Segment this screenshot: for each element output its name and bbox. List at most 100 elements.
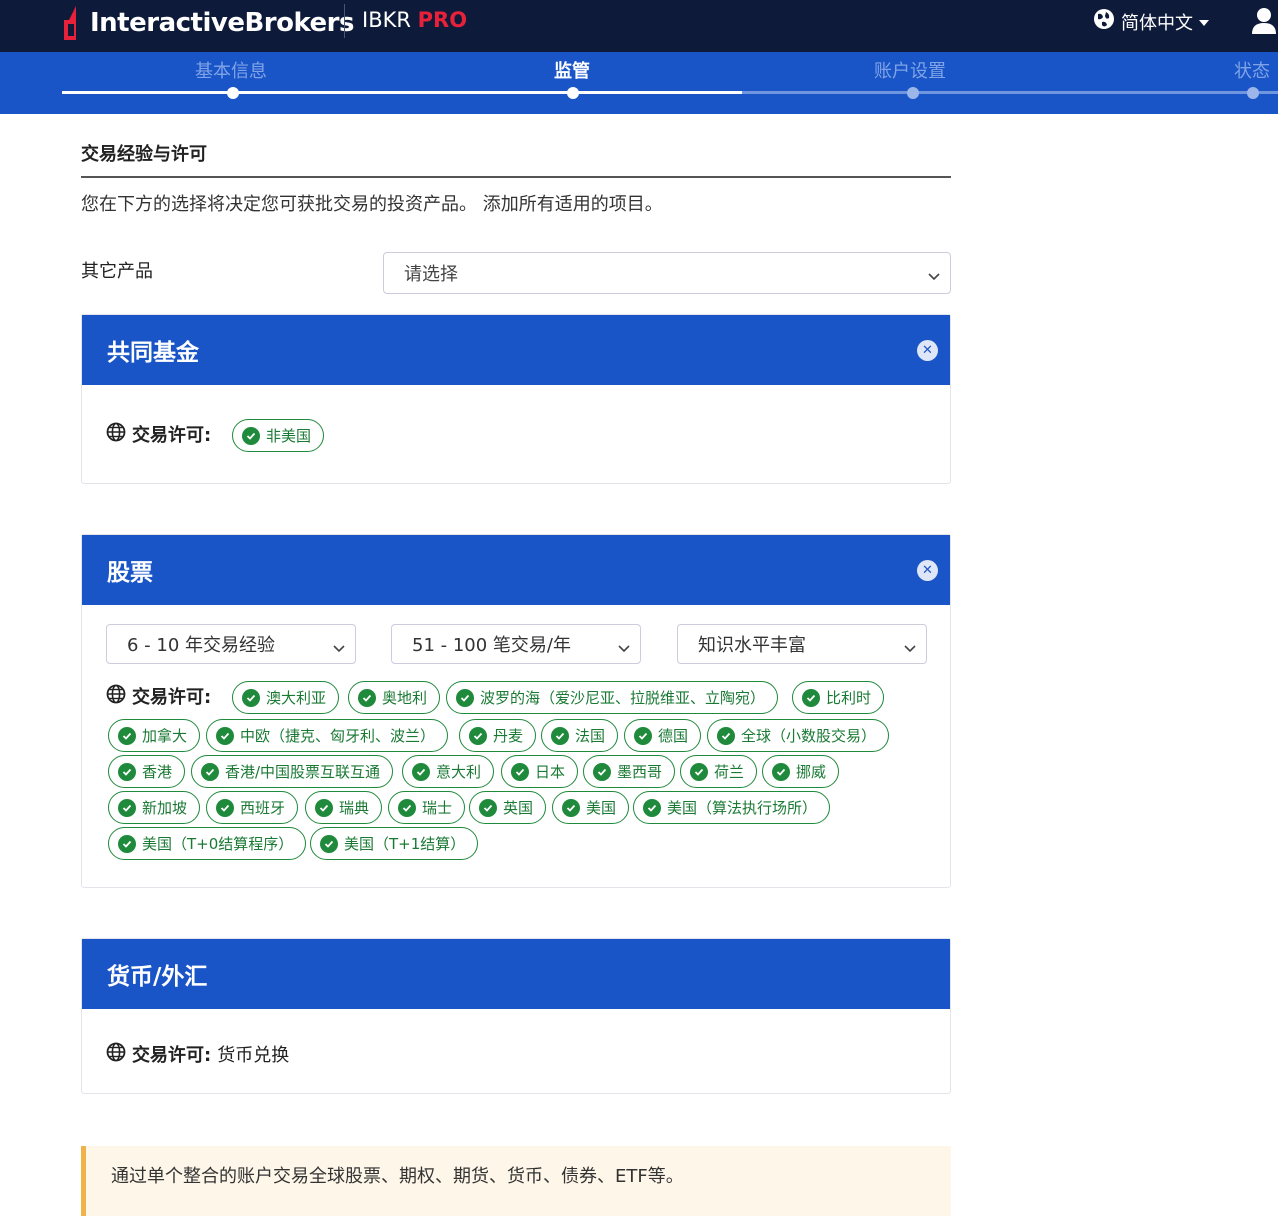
close-icon[interactable]: ✕: [917, 560, 938, 581]
card-header: 货币/外汇: [82, 939, 950, 1009]
chip-label: 挪威: [796, 763, 827, 781]
chip-label: 美国（T+1结算）: [344, 835, 466, 853]
check-circle-icon: [479, 798, 497, 817]
check-circle-icon: [320, 834, 338, 853]
chip-label: 西班牙: [240, 799, 286, 817]
permission-chip[interactable]: 英国: [469, 791, 547, 824]
permission-chip[interactable]: 挪威: [762, 755, 840, 788]
permission-chip[interactable]: 荷兰: [680, 755, 758, 788]
globe-icon: [106, 422, 126, 447]
chip-label: 荷兰: [714, 763, 745, 781]
check-circle-icon: [772, 762, 790, 781]
chip-label: 澳大利亚: [266, 689, 327, 707]
permission-chip[interactable]: 美国: [552, 791, 630, 824]
chip-label: 瑞典: [339, 799, 370, 817]
top-navbar: InteractiveBrokers IBKR PRO 简体中文: [0, 0, 1278, 52]
chip-label: 日本: [535, 763, 566, 781]
caret-down-icon: [1199, 11, 1209, 32]
trades-per-year-select[interactable]: 51 - 100 笔交易/年: [391, 624, 641, 664]
language-label: 简体中文: [1121, 12, 1193, 34]
permission-chip[interactable]: 比利时: [792, 681, 885, 714]
permission-chip[interactable]: 美国（T+0结算程序）: [108, 827, 307, 860]
check-circle-icon: [469, 726, 487, 745]
permission-chip[interactable]: 意大利: [402, 755, 495, 788]
permission-chip[interactable]: 法国: [541, 719, 619, 752]
permission-chip[interactable]: 波罗的海（爱沙尼亚、拉脱维亚、立陶宛）: [446, 681, 779, 714]
check-circle-icon: [242, 426, 260, 445]
check-circle-icon: [690, 762, 708, 781]
chevron-down-icon: [904, 638, 916, 659]
chip-label: 比利时: [826, 689, 872, 707]
check-circle-icon: [562, 798, 580, 817]
permission-chip[interactable]: 香港/中国股票互联互通: [191, 755, 394, 788]
check-circle-icon: [717, 726, 735, 745]
experience-select[interactable]: 6 - 10 年交易经验: [106, 624, 356, 664]
step-status: 状态: [1234, 61, 1270, 82]
chip-label: 美国（T+0结算程序）: [142, 835, 294, 853]
check-circle-icon: [802, 688, 820, 707]
permission-chip[interactable]: 日本: [501, 755, 579, 788]
language-selector[interactable]: 简体中文: [1093, 8, 1209, 35]
check-circle-icon: [216, 798, 234, 817]
other-products-select[interactable]: 请选择: [383, 252, 951, 294]
knowledge-value: 知识水平丰富: [698, 635, 806, 656]
other-products-row: 其它产品 请选择: [81, 252, 951, 294]
permission-chip[interactable]: 澳大利亚: [232, 681, 340, 714]
permission-chip[interactable]: 瑞士: [388, 791, 466, 824]
chip-label: 奥地利: [382, 689, 428, 707]
section-description: 您在下方的选择将决定您可获批交易的投资产品。 添加所有适用的项目。: [81, 194, 663, 215]
check-circle-icon: [118, 726, 136, 745]
knowledge-select[interactable]: 知识水平丰富: [677, 624, 927, 664]
check-circle-icon: [511, 762, 529, 781]
progress-track-done: [62, 91, 742, 94]
permission-chip[interactable]: 美国（T+1结算）: [310, 827, 479, 860]
permission-chip[interactable]: 加拿大: [108, 719, 201, 752]
card-forex: 货币/外汇 交易许可: 货币兑换: [81, 938, 951, 1094]
info-notice: 通过单个整合的账户交易全球股票、期权、期货、货币、债券、ETF等。: [81, 1146, 951, 1216]
permission-chip[interactable]: 中欧（捷克、匈牙利、波兰）: [206, 719, 449, 752]
globe-icon: [1093, 8, 1115, 35]
product-suffix: PRO: [417, 8, 468, 32]
chip-label: 非美国: [266, 427, 312, 445]
user-icon[interactable]: [1250, 6, 1278, 38]
check-circle-icon: [593, 762, 611, 781]
chevron-down-icon: [928, 266, 940, 287]
permission-chip[interactable]: 非美国: [232, 419, 325, 452]
trades-per-year-value: 51 - 100 笔交易/年: [412, 635, 571, 656]
card-header: 共同基金 ✕: [82, 315, 950, 385]
product-prefix: IBKR: [362, 8, 411, 32]
permission-chip[interactable]: 德国: [624, 719, 702, 752]
step-dot-status: [1247, 87, 1259, 99]
permission-chip[interactable]: 丹麦: [459, 719, 537, 752]
permission-chip[interactable]: 西班牙: [206, 791, 299, 824]
ib-logo-icon: [62, 6, 84, 40]
permission-chip[interactable]: 墨西哥: [583, 755, 676, 788]
permission-row: 交易许可:: [106, 421, 211, 447]
permission-row: 交易许可:: [106, 683, 211, 709]
product-label: IBKR PRO: [362, 8, 467, 32]
permission-chip[interactable]: 奥地利: [348, 681, 441, 714]
brand-logo[interactable]: InteractiveBrokers: [62, 6, 354, 40]
globe-icon: [106, 1042, 126, 1067]
check-circle-icon: [118, 834, 136, 853]
step-dot-account-settings: [907, 87, 919, 99]
main-content: 交易经验与许可 您在下方的选择将决定您可获批交易的投资产品。 添加所有适用的项目…: [81, 140, 951, 1216]
step-regulatory[interactable]: 监管: [554, 57, 590, 83]
chip-label: 新加坡: [142, 799, 188, 817]
card-title: 股票: [107, 560, 153, 586]
permission-chip[interactable]: 全球（小数股交易）: [707, 719, 890, 752]
step-basic-info[interactable]: 基本信息: [195, 57, 267, 83]
card-title: 共同基金: [107, 340, 199, 366]
permission-chip[interactable]: 香港: [108, 755, 186, 788]
permission-chip[interactable]: 瑞典: [305, 791, 383, 824]
chip-label: 德国: [658, 727, 689, 745]
close-icon[interactable]: ✕: [917, 340, 938, 361]
card-title: 货币/外汇: [107, 964, 208, 990]
check-circle-icon: [201, 762, 219, 781]
chip-label: 美国: [586, 799, 617, 817]
check-circle-icon: [643, 798, 661, 817]
check-circle-icon: [216, 726, 234, 745]
permission-chip[interactable]: 新加坡: [108, 791, 201, 824]
chip-label: 香港/中国股票互联互通: [225, 763, 381, 781]
permission-chip[interactable]: 美国（算法执行场所）: [633, 791, 831, 824]
